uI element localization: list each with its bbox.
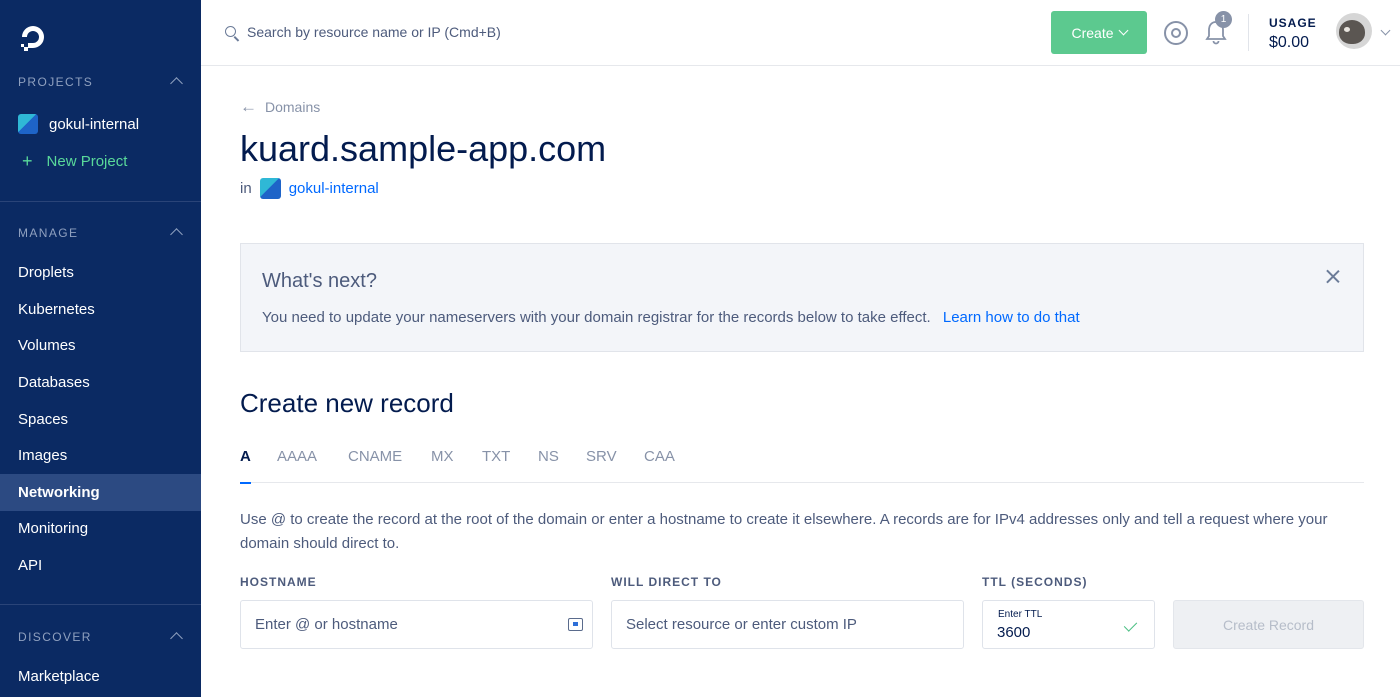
notification-badge: 1 [1215, 11, 1232, 28]
project-icon [18, 114, 38, 134]
tab-srv[interactable]: SRV [586, 448, 617, 483]
ttl-field[interactable]: Enter TTL 3600 [982, 600, 1155, 649]
breadcrumb-label: Domains [265, 99, 321, 115]
breadcrumb-back-link[interactable]: ← Domains [240, 97, 321, 116]
ttl-inner-label: Enter TTL [998, 609, 1043, 620]
tab-aaaa[interactable]: AAAA [277, 448, 317, 483]
sidebar-item-images[interactable]: Images [0, 437, 201, 474]
sidebar-item-volumes[interactable]: Volumes [0, 327, 201, 364]
page-title: kuard.sample-app.com [240, 128, 607, 169]
manage-collapse-chevron-icon[interactable] [170, 228, 183, 241]
sidebar-item-droplets[interactable]: Droplets [0, 254, 201, 291]
avatar[interactable] [1336, 13, 1372, 49]
tab-caa[interactable]: CAA [644, 448, 675, 483]
project-name: gokul-internal [49, 115, 140, 133]
sidebar-item-monitoring[interactable]: Monitoring [0, 510, 201, 547]
hostname-field [240, 600, 593, 649]
new-project-button[interactable]: + New Project [22, 151, 128, 171]
tab-ns[interactable]: NS [538, 448, 559, 483]
sidebar: PROJECTS gokul-internal + New Project MA… [0, 0, 201, 697]
hostname-input[interactable] [241, 601, 592, 648]
new-project-label: New Project [46, 153, 128, 170]
usage-value: $0.00 [1269, 34, 1310, 51]
arrow-left-icon: ← [240, 97, 257, 116]
sidebar-item-api[interactable]: API [0, 547, 201, 584]
digitalocean-logo-icon[interactable] [17, 21, 49, 53]
notice-title: What's next? [262, 270, 377, 292]
record-description: Use @ to create the record at the root o… [240, 511, 1328, 552]
section-title: Create new record [240, 388, 454, 418]
tab-txt[interactable]: TXT [482, 448, 510, 483]
plus-icon: + [22, 151, 33, 171]
sidebar-divider [0, 201, 201, 202]
close-icon[interactable] [1325, 268, 1341, 284]
tab-mx[interactable]: MX [431, 448, 454, 483]
topbar-divider [1248, 14, 1249, 51]
direct-to-input[interactable] [612, 601, 963, 648]
sidebar-item-marketplace[interactable]: Marketplace [0, 658, 201, 695]
learn-how-link[interactable]: Learn how to do that [943, 309, 1080, 326]
ttl-label: TTL (SECONDS) [982, 575, 1088, 589]
ttl-input[interactable]: 3600 [997, 624, 1030, 641]
tab-cname[interactable]: CNAME [348, 448, 402, 483]
top-bar: Create 1 USAGE $0.00 [201, 0, 1400, 66]
hostname-label: HOSTNAME [240, 575, 317, 589]
project-context: in gokul-internal [240, 178, 379, 199]
contact-card-icon[interactable] [568, 618, 583, 631]
search-icon [225, 26, 236, 37]
projects-heading: PROJECTS [18, 75, 94, 89]
check-icon [1123, 618, 1138, 632]
account-chevron-down-icon[interactable] [1380, 25, 1391, 36]
sidebar-item-databases[interactable]: Databases [0, 364, 201, 401]
usage-label: USAGE [1269, 16, 1317, 30]
record-type-tabs: A AAAA CNAME MX TXT NS SRV CAA [240, 444, 1364, 484]
discover-collapse-chevron-icon[interactable] [170, 632, 183, 645]
search-input[interactable] [247, 20, 627, 44]
help-lifebuoy-icon[interactable] [1164, 21, 1188, 45]
project-icon [259, 178, 281, 199]
sidebar-item-kubernetes[interactable]: Kubernetes [0, 291, 201, 328]
project-link[interactable]: gokul-internal [289, 180, 379, 197]
create-button-label: Create [1071, 24, 1114, 41]
notice-text: You need to update your nameservers with… [262, 309, 931, 326]
direct-to-field [611, 600, 964, 649]
sidebar-item-spaces[interactable]: Spaces [0, 401, 201, 438]
notice-text-row: You need to update your nameservers with… [262, 309, 1080, 326]
in-label: in [240, 180, 252, 197]
sidebar-item-networking[interactable]: Networking [0, 474, 201, 511]
sidebar-divider [0, 604, 201, 605]
direct-to-label: WILL DIRECT TO [611, 575, 722, 589]
sidebar-item-project[interactable]: gokul-internal [18, 114, 139, 134]
create-button[interactable]: Create [1051, 11, 1147, 54]
discover-heading: DISCOVER [18, 630, 92, 644]
chevron-down-icon [1118, 25, 1128, 36]
manage-heading: MANAGE [18, 226, 79, 240]
create-record-button[interactable]: Create Record [1173, 600, 1364, 649]
whats-next-notice: What's next? You need to update your nam… [240, 243, 1364, 352]
tab-a[interactable]: A [240, 448, 251, 484]
projects-collapse-chevron-icon[interactable] [170, 77, 183, 90]
